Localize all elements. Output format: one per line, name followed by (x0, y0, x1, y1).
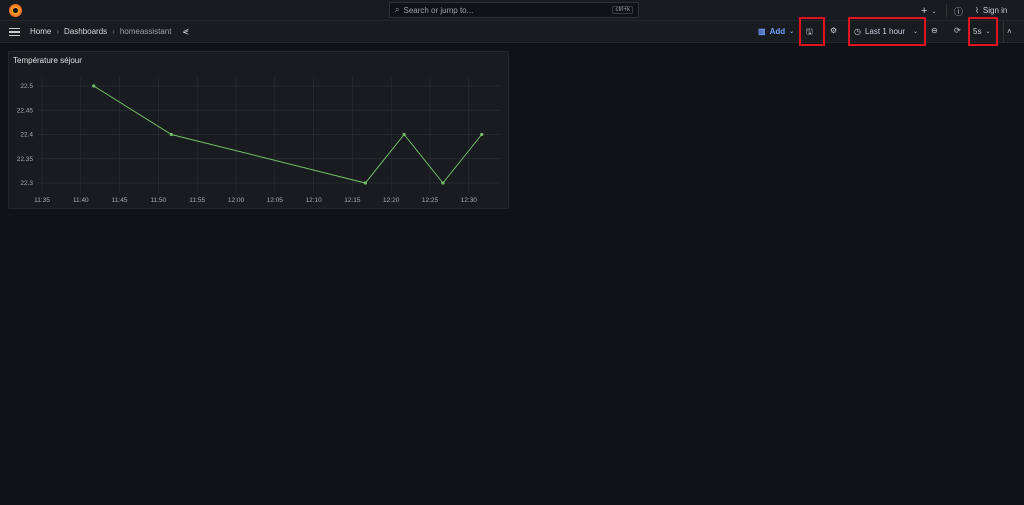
data-point (480, 132, 484, 137)
data-point (363, 181, 367, 185)
x-tick-label: 12:30 (461, 197, 478, 204)
help-icon[interactable]: ⓘ (954, 5, 963, 18)
y-tick-label: 22.4 (20, 132, 33, 139)
highlight-time-range (848, 17, 926, 46)
data-point (169, 132, 173, 137)
y-tick-label: 22.5 (20, 83, 33, 90)
x-tick-label: 12:00 (228, 197, 245, 204)
highlight-save (799, 17, 825, 46)
shortcut-hint: ctrl+k (612, 6, 633, 14)
x-tick-label: 11:40 (73, 197, 89, 204)
collapse-icon[interactable]: ˄ (1007, 27, 1012, 36)
x-tick-label: 12:20 (383, 197, 400, 204)
x-tick-label: 12:25 (422, 197, 439, 204)
zoom-out-icon[interactable]: ⊖ (931, 26, 938, 35)
settings-icon[interactable]: ⚙ (830, 26, 837, 35)
x-tick-label: 12:05 (267, 197, 284, 204)
sign-in-link[interactable]: Sign in (983, 6, 1007, 15)
add-button[interactable]: ▥ Add ⌄ (758, 27, 794, 36)
y-tick-label: 22.35 (17, 156, 34, 163)
x-tick-label: 12:15 (344, 197, 361, 204)
x-tick-label: 11:35 (34, 197, 50, 204)
time-series-chart: 22.3 22.35 22.4 22.45 22.5 11:35 11:40 11:45 11:… (17, 77, 500, 204)
data-point (92, 84, 96, 88)
data-point (402, 132, 406, 137)
y-tick-label: 22.3 (20, 180, 33, 187)
x-tick-label: 11:50 (151, 197, 167, 204)
y-tick-label: 22.45 (17, 107, 34, 114)
x-tick-label: 11:45 (112, 197, 128, 204)
refresh-icon[interactable]: ⟳ (954, 26, 961, 35)
highlight-refresh-interval (968, 17, 998, 46)
x-tick-label: 12:10 (305, 197, 322, 204)
x-tick-label: 11:55 (189, 197, 205, 204)
data-point (441, 181, 445, 185)
add-panel-icon: ▥ (758, 27, 766, 36)
chevron-down-icon[interactable]: ⌄ (931, 8, 936, 15)
rss-icon: ⌇ (975, 6, 979, 15)
new-button[interactable]: + (921, 5, 927, 17)
